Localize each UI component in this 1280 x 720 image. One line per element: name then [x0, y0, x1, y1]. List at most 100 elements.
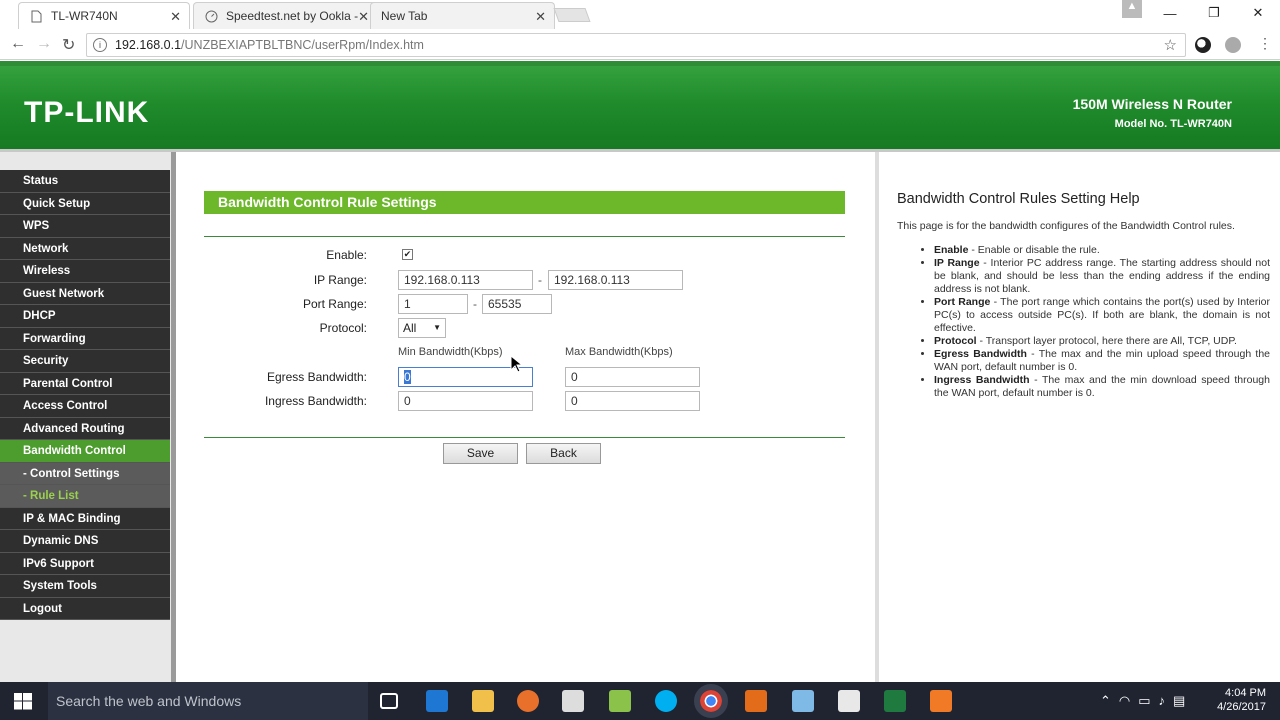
range-dash: -	[538, 273, 542, 287]
ingress-bandwidth-label: Ingress Bandwidth:	[264, 394, 367, 408]
sidebar-item-quick-setup[interactable]: Quick Setup	[0, 192, 170, 215]
user-profile-icon[interactable]: ▲	[1122, 0, 1142, 18]
sidebar-item-forwarding[interactable]: Forwarding	[0, 327, 170, 350]
url-host: 192.168.0.1	[115, 38, 182, 52]
restore-icon[interactable]: ❐	[1192, 5, 1236, 21]
help-item: Ingress Bandwidth - The max and the min …	[934, 374, 1270, 400]
menu-icon[interactable]: ⋮	[1258, 35, 1272, 52]
clock[interactable]: 4:04 PM 4/26/2017	[1217, 686, 1266, 714]
close-tab-icon[interactable]: ✕	[170, 9, 181, 25]
task-view-icon[interactable]	[380, 693, 398, 709]
port-start-field[interactable]: 1	[398, 294, 468, 314]
sidebar-item-wps[interactable]: WPS	[0, 215, 170, 238]
close-window-icon[interactable]: ✕	[1236, 5, 1280, 21]
back-button[interactable]: Back	[526, 443, 601, 464]
back-arrow-icon[interactable]: ←	[10, 35, 26, 53]
extension-icon[interactable]	[1225, 37, 1241, 53]
chrome-icon[interactable]	[694, 684, 728, 718]
taskbar-search[interactable]: Search the web and Windows	[48, 682, 368, 720]
windows-taskbar: Search the web and Windows ⌃◠▭♪▤ 4:04 PM…	[0, 682, 1280, 720]
port-range-label: Port Range:	[302, 297, 367, 311]
outlook-icon[interactable]	[745, 690, 767, 712]
sidebar-item-guest-network[interactable]: Guest Network	[0, 282, 170, 305]
tab-new-tab[interactable]: New Tab ✕	[370, 2, 555, 29]
url-bar[interactable]: i 192.168.0.1/UNZBEXIAPTBLTBNC/userRpm/I…	[86, 33, 1186, 57]
tab-speedtest[interactable]: Speedtest.net by Ookla - ✕	[193, 2, 378, 29]
bookmark-star-icon[interactable]: ☆	[1164, 36, 1177, 54]
help-title: Bandwidth Control Rules Setting Help	[897, 191, 1140, 207]
skype-icon[interactable]	[655, 690, 677, 712]
sidebar-item-wireless[interactable]: Wireless	[0, 260, 170, 283]
sidebar-item-bandwidth-control[interactable]: Bandwidth Control	[0, 440, 170, 463]
dropdown-arrow-icon: ▼	[433, 323, 441, 332]
help-item: Protocol - Transport layer protocol, her…	[934, 335, 1270, 348]
ip-range-label: IP Range:	[313, 273, 367, 287]
sidebar-item-ip-mac-binding[interactable]: IP & MAC Binding	[0, 507, 170, 530]
ingress-max-field[interactable]: 0	[565, 391, 700, 411]
divider	[204, 236, 845, 237]
tab-title: New Tab	[381, 9, 428, 23]
ip-end-field[interactable]: 192.168.0.113	[548, 270, 683, 290]
sidebar: Status Quick Setup WPS Network Wireless …	[0, 152, 176, 682]
port-end-field[interactable]: 65535	[482, 294, 552, 314]
sidebar-item-ipv6-support[interactable]: IPv6 Support	[0, 552, 170, 575]
forward-arrow-icon[interactable]: →	[36, 35, 52, 53]
tp-link-logo: TP-LINK	[24, 96, 150, 129]
help-item: IP Range - Interior PC address range. Th…	[934, 257, 1270, 296]
app-icon[interactable]	[930, 690, 952, 712]
page-scrollbar[interactable]	[1274, 152, 1280, 682]
egress-bandwidth-label: Egress Bandwidth:	[266, 370, 367, 384]
sidebar-item-logout[interactable]: Logout	[0, 597, 170, 620]
close-tab-icon[interactable]: ✕	[535, 9, 546, 25]
clock-date: 4/26/2017	[1217, 701, 1266, 713]
egress-max-field[interactable]: 0	[565, 367, 700, 387]
sidebar-item-dynamic-dns[interactable]: Dynamic DNS	[0, 530, 170, 553]
url-path: /UNZBEXIAPTBLTBNC/userRpm/Index.htm	[181, 38, 424, 52]
tab-tl-wr740n[interactable]: TL-WR740N ✕	[18, 2, 190, 29]
excel-icon[interactable]	[884, 690, 906, 712]
app-icon[interactable]	[838, 690, 860, 712]
reload-icon[interactable]: ↻	[62, 35, 75, 55]
app-icon[interactable]	[792, 690, 814, 712]
ingress-min-field[interactable]: 0	[398, 391, 533, 411]
sidebar-item-security[interactable]: Security	[0, 350, 170, 373]
ip-start-field[interactable]: 192.168.0.113	[398, 270, 533, 290]
sidebar-item-advanced-routing[interactable]: Advanced Routing	[0, 417, 170, 440]
firefox-icon[interactable]	[517, 690, 539, 712]
mouse-cursor-icon	[510, 355, 522, 373]
speedtest-icon	[204, 9, 218, 23]
help-item: Egress Bandwidth - The max and the min u…	[934, 348, 1270, 374]
main-content: Bandwidth Control Rule Settings Enable: …	[176, 152, 875, 682]
system-tray-icons[interactable]: ⌃◠▭♪▤	[1100, 693, 1193, 709]
sidebar-item-dhcp[interactable]: DHCP	[0, 305, 170, 328]
info-icon[interactable]: i	[93, 38, 107, 52]
sidebar-subitem-control-settings[interactable]: - Control Settings	[0, 462, 170, 485]
sidebar-item-network[interactable]: Network	[0, 237, 170, 260]
sidebar-item-system-tools[interactable]: System Tools	[0, 575, 170, 598]
windows-start-icon[interactable]	[14, 693, 32, 710]
file-explorer-icon[interactable]	[472, 690, 494, 712]
store-icon[interactable]	[562, 690, 584, 712]
protocol-select[interactable]: All ▼	[398, 318, 446, 338]
max-bandwidth-header: Max Bandwidth(Kbps)	[565, 346, 673, 358]
window-controls: — ❐ ✕	[1148, 0, 1280, 26]
min-bandwidth-header: Min Bandwidth(Kbps)	[398, 346, 503, 358]
new-tab-button[interactable]	[553, 8, 591, 22]
close-tab-icon[interactable]: ✕	[358, 9, 369, 25]
sidebar-item-parental-control[interactable]: Parental Control	[0, 372, 170, 395]
help-item: Enable - Enable or disable the rule.	[934, 244, 1270, 257]
edge-icon[interactable]	[426, 690, 448, 712]
section-title: Bandwidth Control Rule Settings	[204, 191, 845, 214]
app-icon[interactable]	[609, 690, 631, 712]
save-button[interactable]: Save	[443, 443, 518, 464]
sidebar-item-status[interactable]: Status	[0, 170, 170, 193]
help-intro: This page is for the bandwidth configure…	[897, 220, 1235, 232]
minimize-icon[interactable]: —	[1148, 6, 1192, 21]
sidebar-subitem-rule-list[interactable]: - Rule List	[0, 485, 170, 508]
enable-checkbox[interactable]: ✔	[402, 249, 413, 260]
extension-icon[interactable]	[1195, 37, 1211, 53]
sidebar-menu: Status Quick Setup WPS Network Wireless …	[0, 170, 170, 620]
range-dash: -	[473, 297, 477, 311]
sidebar-item-access-control[interactable]: Access Control	[0, 395, 170, 418]
enable-label: Enable:	[326, 248, 367, 262]
